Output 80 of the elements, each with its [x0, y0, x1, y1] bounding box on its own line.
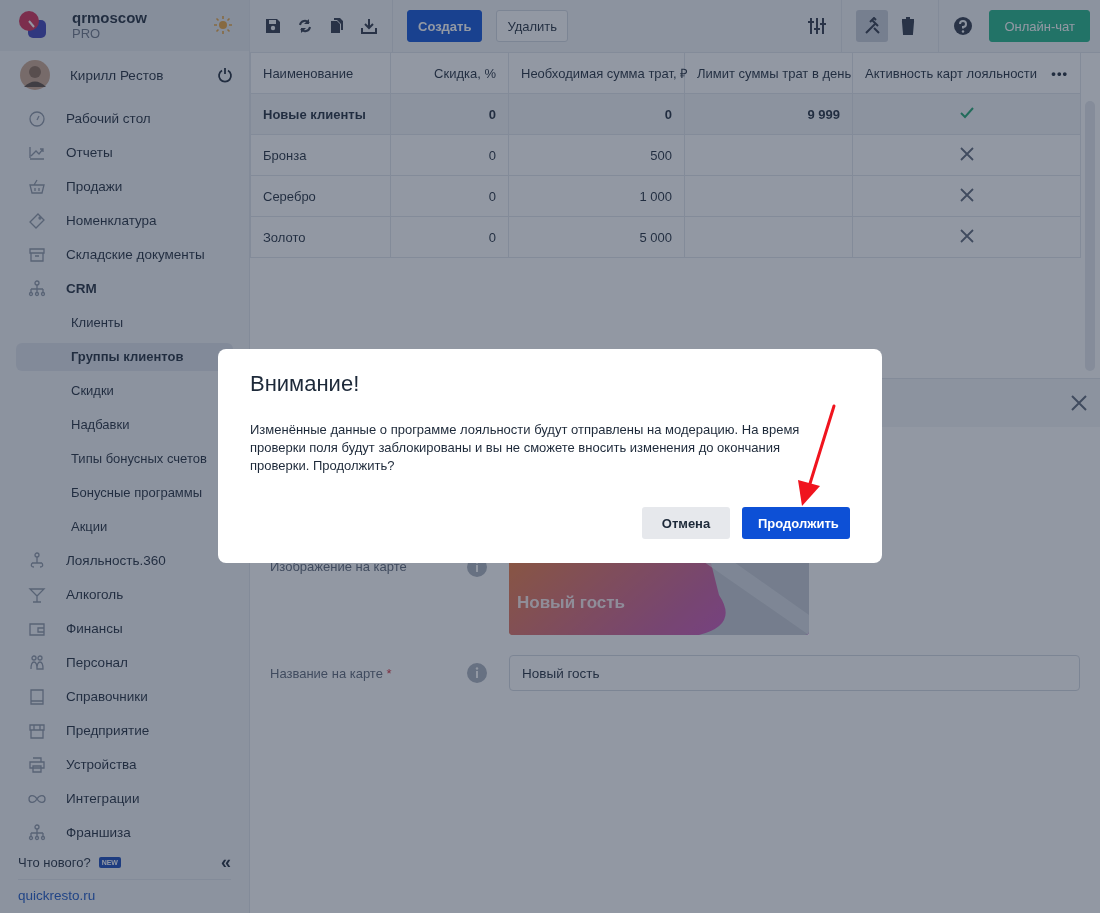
table-row[interactable]: Серебро 0 1 000 [250, 175, 1081, 217]
table-cell: 9 999 [684, 93, 853, 135]
delete-button[interactable]: Удалить [496, 10, 569, 42]
brand-name: qrmoscow [72, 9, 148, 27]
more-button[interactable]: ••• [1051, 65, 1068, 81]
nav-item[interactable]: Персонал [0, 645, 249, 680]
archive-icon [28, 245, 46, 264]
table-cell: 0 [390, 175, 509, 217]
continue-button[interactable]: Продолжить [742, 507, 850, 539]
nav-item[interactable]: Лояльность.360 [0, 543, 249, 578]
table-cell: 500 [508, 134, 685, 176]
hierarchy-icon [28, 823, 46, 842]
card-title: Новый гость [517, 593, 626, 613]
nav-item[interactable]: Франшиза [0, 815, 249, 850]
tools-button[interactable] [856, 10, 889, 42]
user-name: Кирилл Рестов [70, 67, 165, 83]
column-header[interactable]: Скидка, % [390, 53, 509, 94]
tag-icon [28, 211, 46, 230]
power-icon[interactable] [217, 67, 233, 84]
nav-item[interactable]: Продажи [0, 169, 249, 204]
table-cell: 0 [390, 216, 509, 258]
table-cell: 0 [508, 93, 685, 135]
table-cell: 1 000 [508, 175, 685, 217]
table-cell: 0 [390, 134, 509, 176]
column-header[interactable]: Наименование [250, 53, 391, 94]
create-button[interactable]: Создать [407, 10, 483, 42]
nav-item[interactable]: Рабочий стол [0, 101, 249, 136]
nav-item[interactable]: Алкоголь [0, 577, 249, 612]
tools-icon [863, 17, 882, 35]
help-icon[interactable] [953, 16, 974, 36]
whats-new-link[interactable]: Что нового? [18, 854, 91, 870]
dialog-title: Внимание! [250, 371, 361, 397]
table-cell: Новые клиенты [250, 93, 391, 135]
nav-item[interactable]: CRM [0, 271, 249, 306]
table-row[interactable]: Новые клиенты 0 0 9 999 [250, 93, 1081, 135]
glass-icon [28, 585, 46, 604]
nav-item[interactable]: Складские документы [0, 237, 249, 272]
store-icon [28, 721, 46, 740]
cancel-button[interactable]: Отмена [642, 507, 730, 539]
table-cell: Серебро [250, 175, 391, 217]
table-cell: Бронза [250, 134, 391, 176]
copy-icon[interactable] [328, 17, 346, 35]
column-header[interactable]: Необходимая сумма трат, ₽ [508, 53, 685, 94]
gauge-icon [28, 109, 46, 128]
sliders-icon[interactable] [807, 16, 828, 36]
download-icon[interactable] [360, 17, 378, 35]
nav-item[interactable]: Отчеты [0, 135, 249, 170]
refresh-icon[interactable] [296, 17, 314, 35]
nav-item[interactable]: Интеграции [0, 781, 249, 816]
save-icon[interactable] [264, 17, 282, 35]
plan-label: PRO [72, 26, 102, 42]
nav-item[interactable]: Предприятие [0, 713, 249, 748]
dialog-message: Изменённые данные о программе лояльности будут отправлены на модерацию. На время проверки поля будут заблокированы и вы не сможете вносить изменения до окончания проверки. Продолжить? [250, 421, 801, 475]
nav-subitem[interactable]: Группы клиентов [16, 342, 233, 371]
table-cell: Золото [250, 216, 391, 258]
nav-item[interactable]: Справочники [0, 679, 249, 714]
table-cell: 0 [390, 93, 509, 135]
table-cell: 5 000 [508, 216, 685, 258]
nav-item[interactable]: Устройства [0, 747, 249, 782]
field-label: Изображение на карте [270, 558, 408, 574]
site-link[interactable]: quickresto.ru [18, 888, 231, 903]
printer-icon [28, 755, 46, 774]
table-row[interactable]: Золото 0 5 000 [250, 216, 1081, 258]
logo-icon [18, 10, 48, 41]
basket-icon [28, 177, 46, 196]
avatar [20, 60, 50, 91]
field-label: Название на карте * [270, 665, 393, 681]
required-mark: * [386, 665, 392, 681]
hierarchy-icon [28, 279, 46, 298]
book-icon [28, 687, 46, 706]
close-icon[interactable] [1070, 394, 1088, 412]
figure-icon [28, 551, 46, 570]
table-row[interactable]: Бронза 0 500 [250, 134, 1081, 176]
people-icon [28, 653, 46, 672]
collapse-button[interactable]: « [221, 853, 231, 872]
column-header-label[interactable]: Активность карт лояльности [865, 65, 1038, 81]
nav-item[interactable]: Номенклатура [0, 203, 249, 238]
nav-subitem[interactable]: Клиенты [16, 308, 233, 337]
input-field[interactable]: Новый гость [509, 655, 1080, 691]
nav-item[interactable]: Финансы [0, 611, 249, 646]
